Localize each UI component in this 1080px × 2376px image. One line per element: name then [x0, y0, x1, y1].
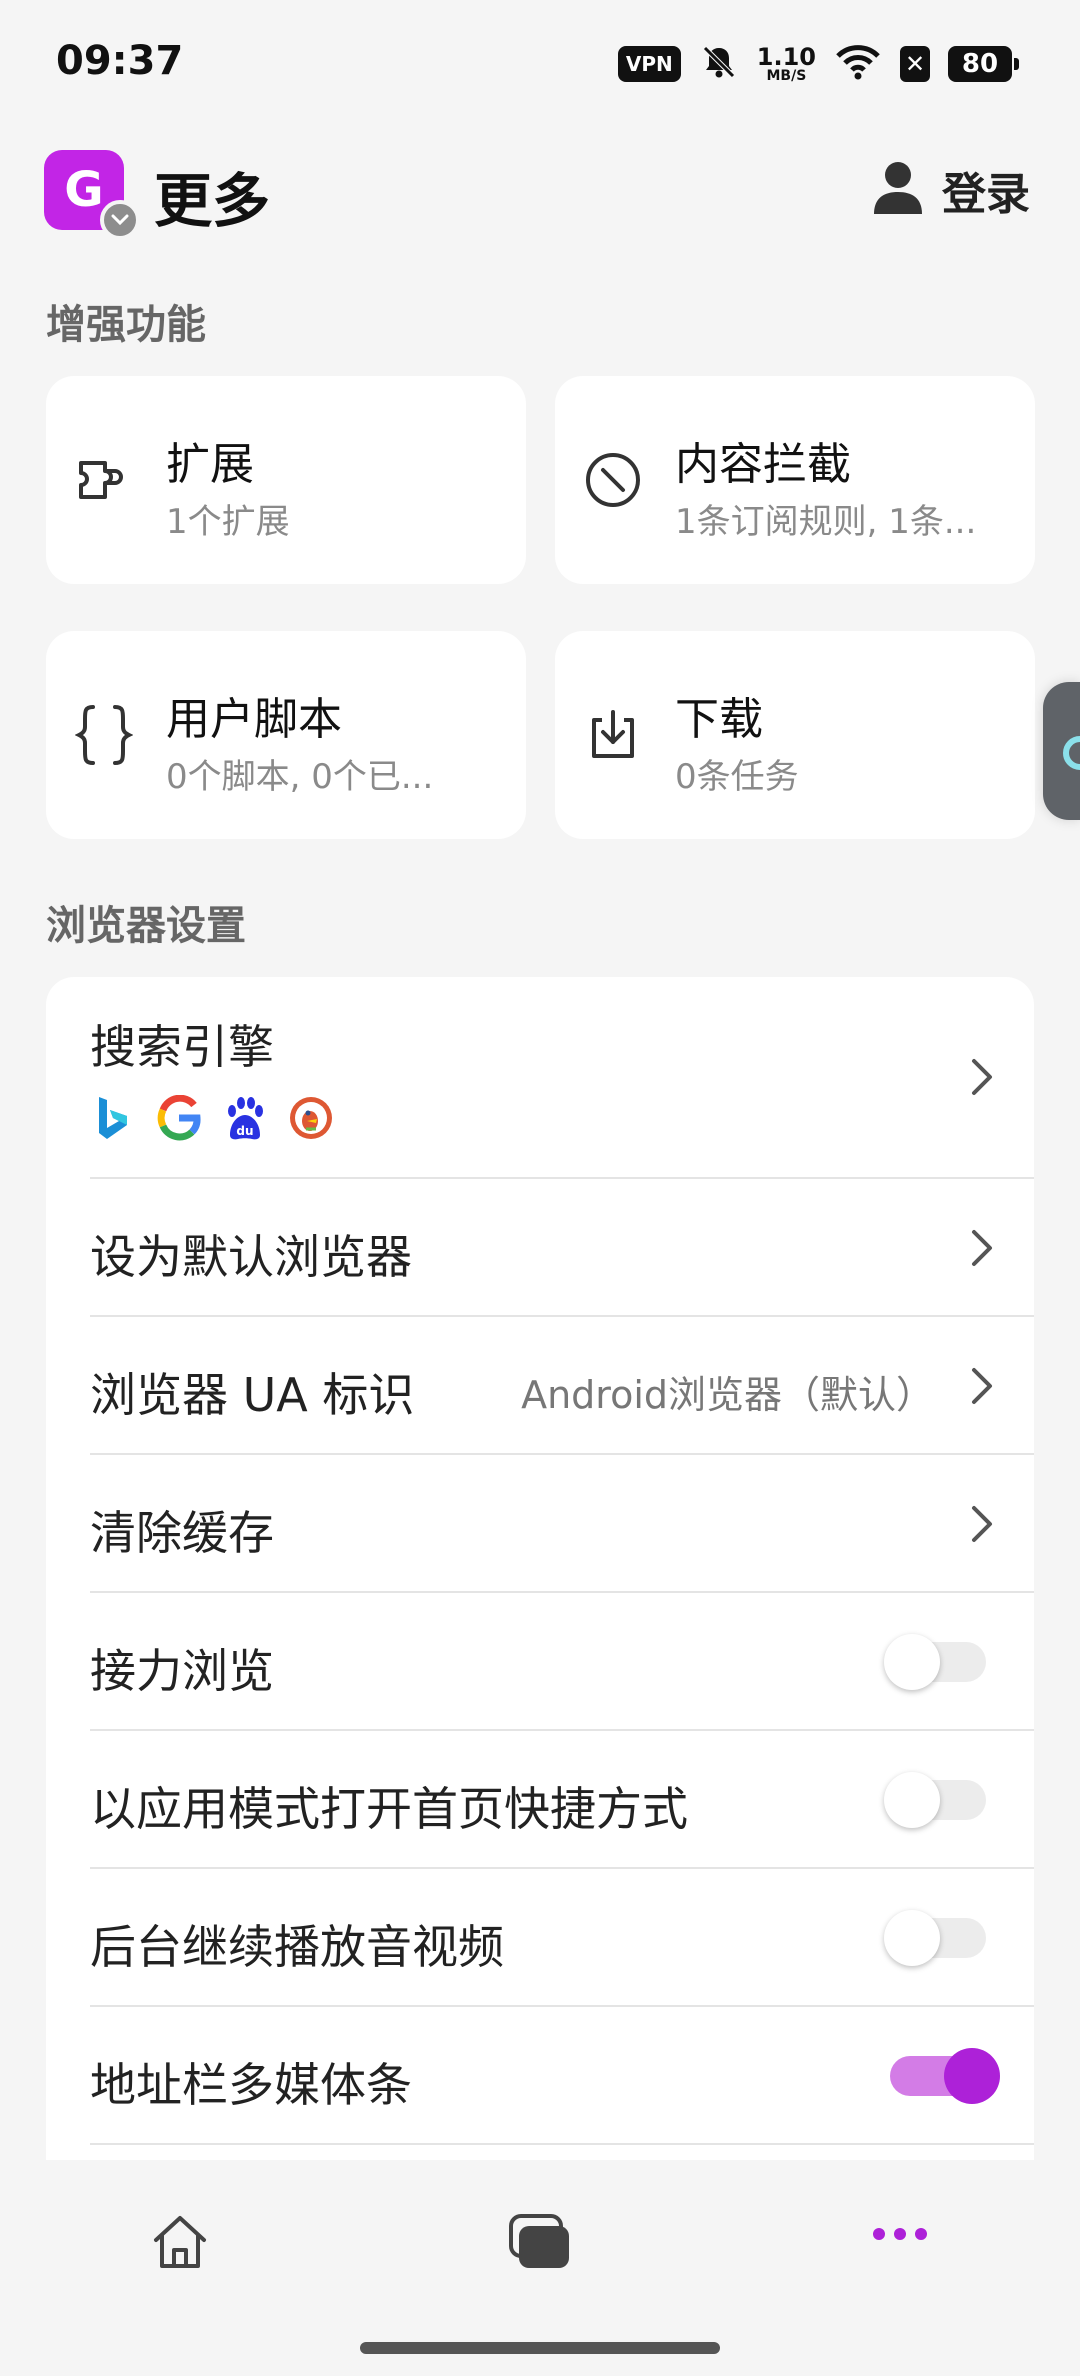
toggle-knob	[884, 1634, 940, 1690]
row-label: 清除缓存	[90, 1506, 274, 1560]
address-bar-media-toggle[interactable]	[890, 2048, 1000, 2104]
row-label: 以应用模式打开首页快捷方式	[90, 1782, 688, 1836]
mute-bell-icon	[699, 42, 739, 86]
bing-icon	[90, 1095, 136, 1141]
search-engine-list: du	[90, 1095, 334, 1141]
nav-home[interactable]	[120, 2212, 240, 2352]
row-label: 地址栏多媒体条	[90, 2058, 412, 2112]
puzzle-icon	[74, 450, 134, 510]
card-subtitle: 0条任务	[675, 757, 799, 797]
braces-icon	[74, 705, 134, 765]
floating-side-handle[interactable]	[1043, 682, 1080, 820]
page-header: G 更多 登录	[0, 140, 1080, 240]
duckduckgo-icon	[288, 1095, 334, 1141]
card-extensions[interactable]: 扩展 1个扩展	[46, 376, 526, 584]
chevron-right-icon	[972, 1368, 992, 1404]
svg-text:du: du	[236, 1124, 253, 1138]
circle-icon	[1063, 736, 1080, 770]
card-title: 扩展	[166, 439, 254, 490]
nav-more[interactable]	[840, 2212, 960, 2352]
tabs-icon	[509, 2214, 569, 2268]
download-icon	[583, 705, 643, 765]
battery-icon: 80	[948, 46, 1019, 82]
row-label: 浏览器 UA 标识	[90, 1368, 415, 1422]
network-speed: 1.10 MB/S	[757, 45, 816, 83]
user-icon	[872, 160, 924, 220]
status-time: 09:37	[56, 38, 184, 84]
more-icon	[873, 2228, 927, 2240]
toggle-knob	[884, 1910, 940, 1966]
ua-value: Android浏览器（默认）	[521, 1373, 934, 1417]
status-icons: VPN 1.10 MB/S ✕ 80	[617, 42, 1019, 86]
block-icon	[583, 450, 643, 510]
row-relay-browsing: 接力浏览	[46, 1593, 1034, 1731]
card-title: 内容拦截	[675, 439, 851, 490]
toggle-knob	[944, 2048, 1000, 2104]
row-label: 接力浏览	[90, 1644, 274, 1698]
sim-blocked-icon: ✕	[900, 46, 930, 82]
speed-value: 1.10	[756, 43, 816, 71]
card-subtitle: 1条订阅规则, 1条...	[675, 502, 977, 542]
row-label: 设为默认浏览器	[90, 1230, 412, 1284]
row-browser-ua[interactable]: 浏览器 UA 标识 Android浏览器（默认）	[46, 1317, 1034, 1455]
page-title: 更多	[154, 167, 271, 235]
row-label: 搜索引擎	[90, 1020, 274, 1074]
row-app-mode-shortcut: 以应用模式打开首页快捷方式	[46, 1731, 1034, 1869]
nav-tabs[interactable]	[480, 2212, 600, 2352]
card-user-scripts[interactable]: 用户脚本 0个脚本, 0个已...	[46, 631, 526, 839]
row-background-media: 后台继续播放音视频	[46, 1869, 1034, 2007]
google-icon	[156, 1095, 202, 1141]
card-subtitle: 0个脚本, 0个已...	[166, 757, 434, 797]
row-search-engine[interactable]: 搜索引擎 du	[46, 977, 1034, 1179]
divider	[90, 2143, 1034, 2145]
row-address-bar-media: 地址栏多媒体条	[46, 2007, 1034, 2145]
card-title: 用户脚本	[166, 694, 342, 745]
settings-list: 搜索引擎 du 设为默认浏览器 浏览器 UA 标识 Android浏览器（默认）…	[46, 977, 1034, 2160]
baidu-icon: du	[222, 1095, 268, 1141]
chevron-right-icon	[972, 1059, 992, 1095]
row-label: 后台继续播放音视频	[90, 1920, 504, 1974]
home-icon	[154, 2216, 206, 2268]
status-bar: 09:37 VPN 1.10 MB/S ✕ 80	[0, 0, 1080, 120]
toggle-knob	[884, 1772, 940, 1828]
chevron-down-icon[interactable]	[100, 200, 140, 240]
chevron-right-icon	[972, 1506, 992, 1542]
login-label: 登录	[942, 169, 1030, 220]
background-media-toggle[interactable]	[884, 1910, 986, 1966]
card-content-blocking[interactable]: 内容拦截 1条订阅规则, 1条...	[555, 376, 1035, 584]
home-indicator[interactable]	[360, 2342, 720, 2354]
section-title-enhance: 增强功能	[46, 302, 206, 348]
wifi-icon	[834, 42, 882, 86]
card-downloads[interactable]: 下载 0条任务	[555, 631, 1035, 839]
login-button[interactable]: 登录	[872, 154, 1030, 226]
more-page: 09:37 VPN 1.10 MB/S ✕ 80 G 更多 登录 增强功能 扩展…	[0, 0, 1080, 2376]
app-mode-shortcut-toggle[interactable]	[884, 1772, 986, 1828]
vpn-icon: VPN	[617, 46, 681, 82]
speed-unit: MB/S	[766, 68, 807, 84]
card-title: 下载	[675, 694, 763, 745]
relay-browsing-toggle[interactable]	[884, 1634, 986, 1690]
card-subtitle: 1个扩展	[166, 502, 290, 542]
chevron-right-icon	[972, 1230, 992, 1266]
row-default-browser[interactable]: 设为默认浏览器	[46, 1179, 1034, 1317]
section-title-browser-settings: 浏览器设置	[46, 903, 246, 949]
row-clear-cache[interactable]: 清除缓存	[46, 1455, 1034, 1593]
